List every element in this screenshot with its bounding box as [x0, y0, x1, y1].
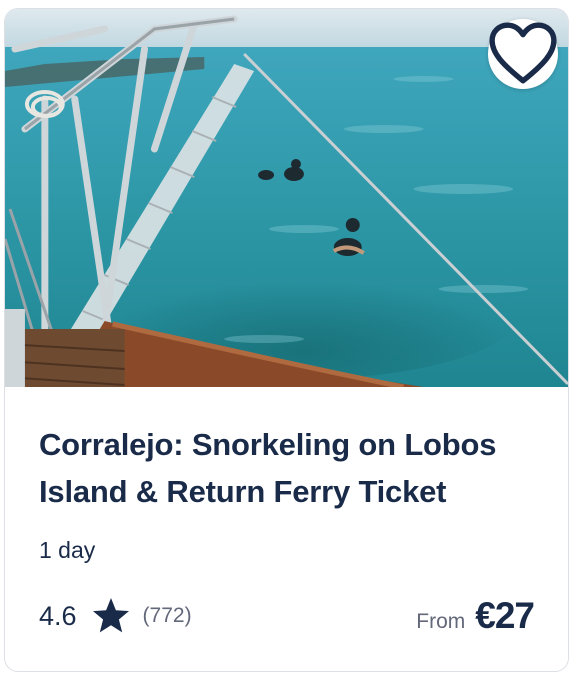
review-count: (772)	[142, 604, 192, 627]
rating-price-row: 4.6 (772) From €27	[39, 593, 535, 639]
rating-value: 4.6	[39, 600, 77, 631]
price-value: €27	[475, 595, 535, 636]
price: From €27	[416, 595, 535, 637]
snorkeling-boat-photo	[5, 9, 568, 387]
activity-photo[interactable]	[5, 9, 568, 387]
activity-title[interactable]: Corralejo: Snorkeling on Lobos Island & …	[39, 421, 534, 515]
heart-icon	[489, 22, 557, 84]
activity-duration: 1 day	[39, 537, 96, 563]
price-label: From	[416, 610, 466, 633]
star-icon	[92, 598, 129, 633]
wishlist-button[interactable]	[488, 19, 558, 89]
activity-card[interactable]: Corralejo: Snorkeling on Lobos Island & …	[4, 8, 569, 672]
rating: 4.6 (772)	[39, 596, 192, 636]
